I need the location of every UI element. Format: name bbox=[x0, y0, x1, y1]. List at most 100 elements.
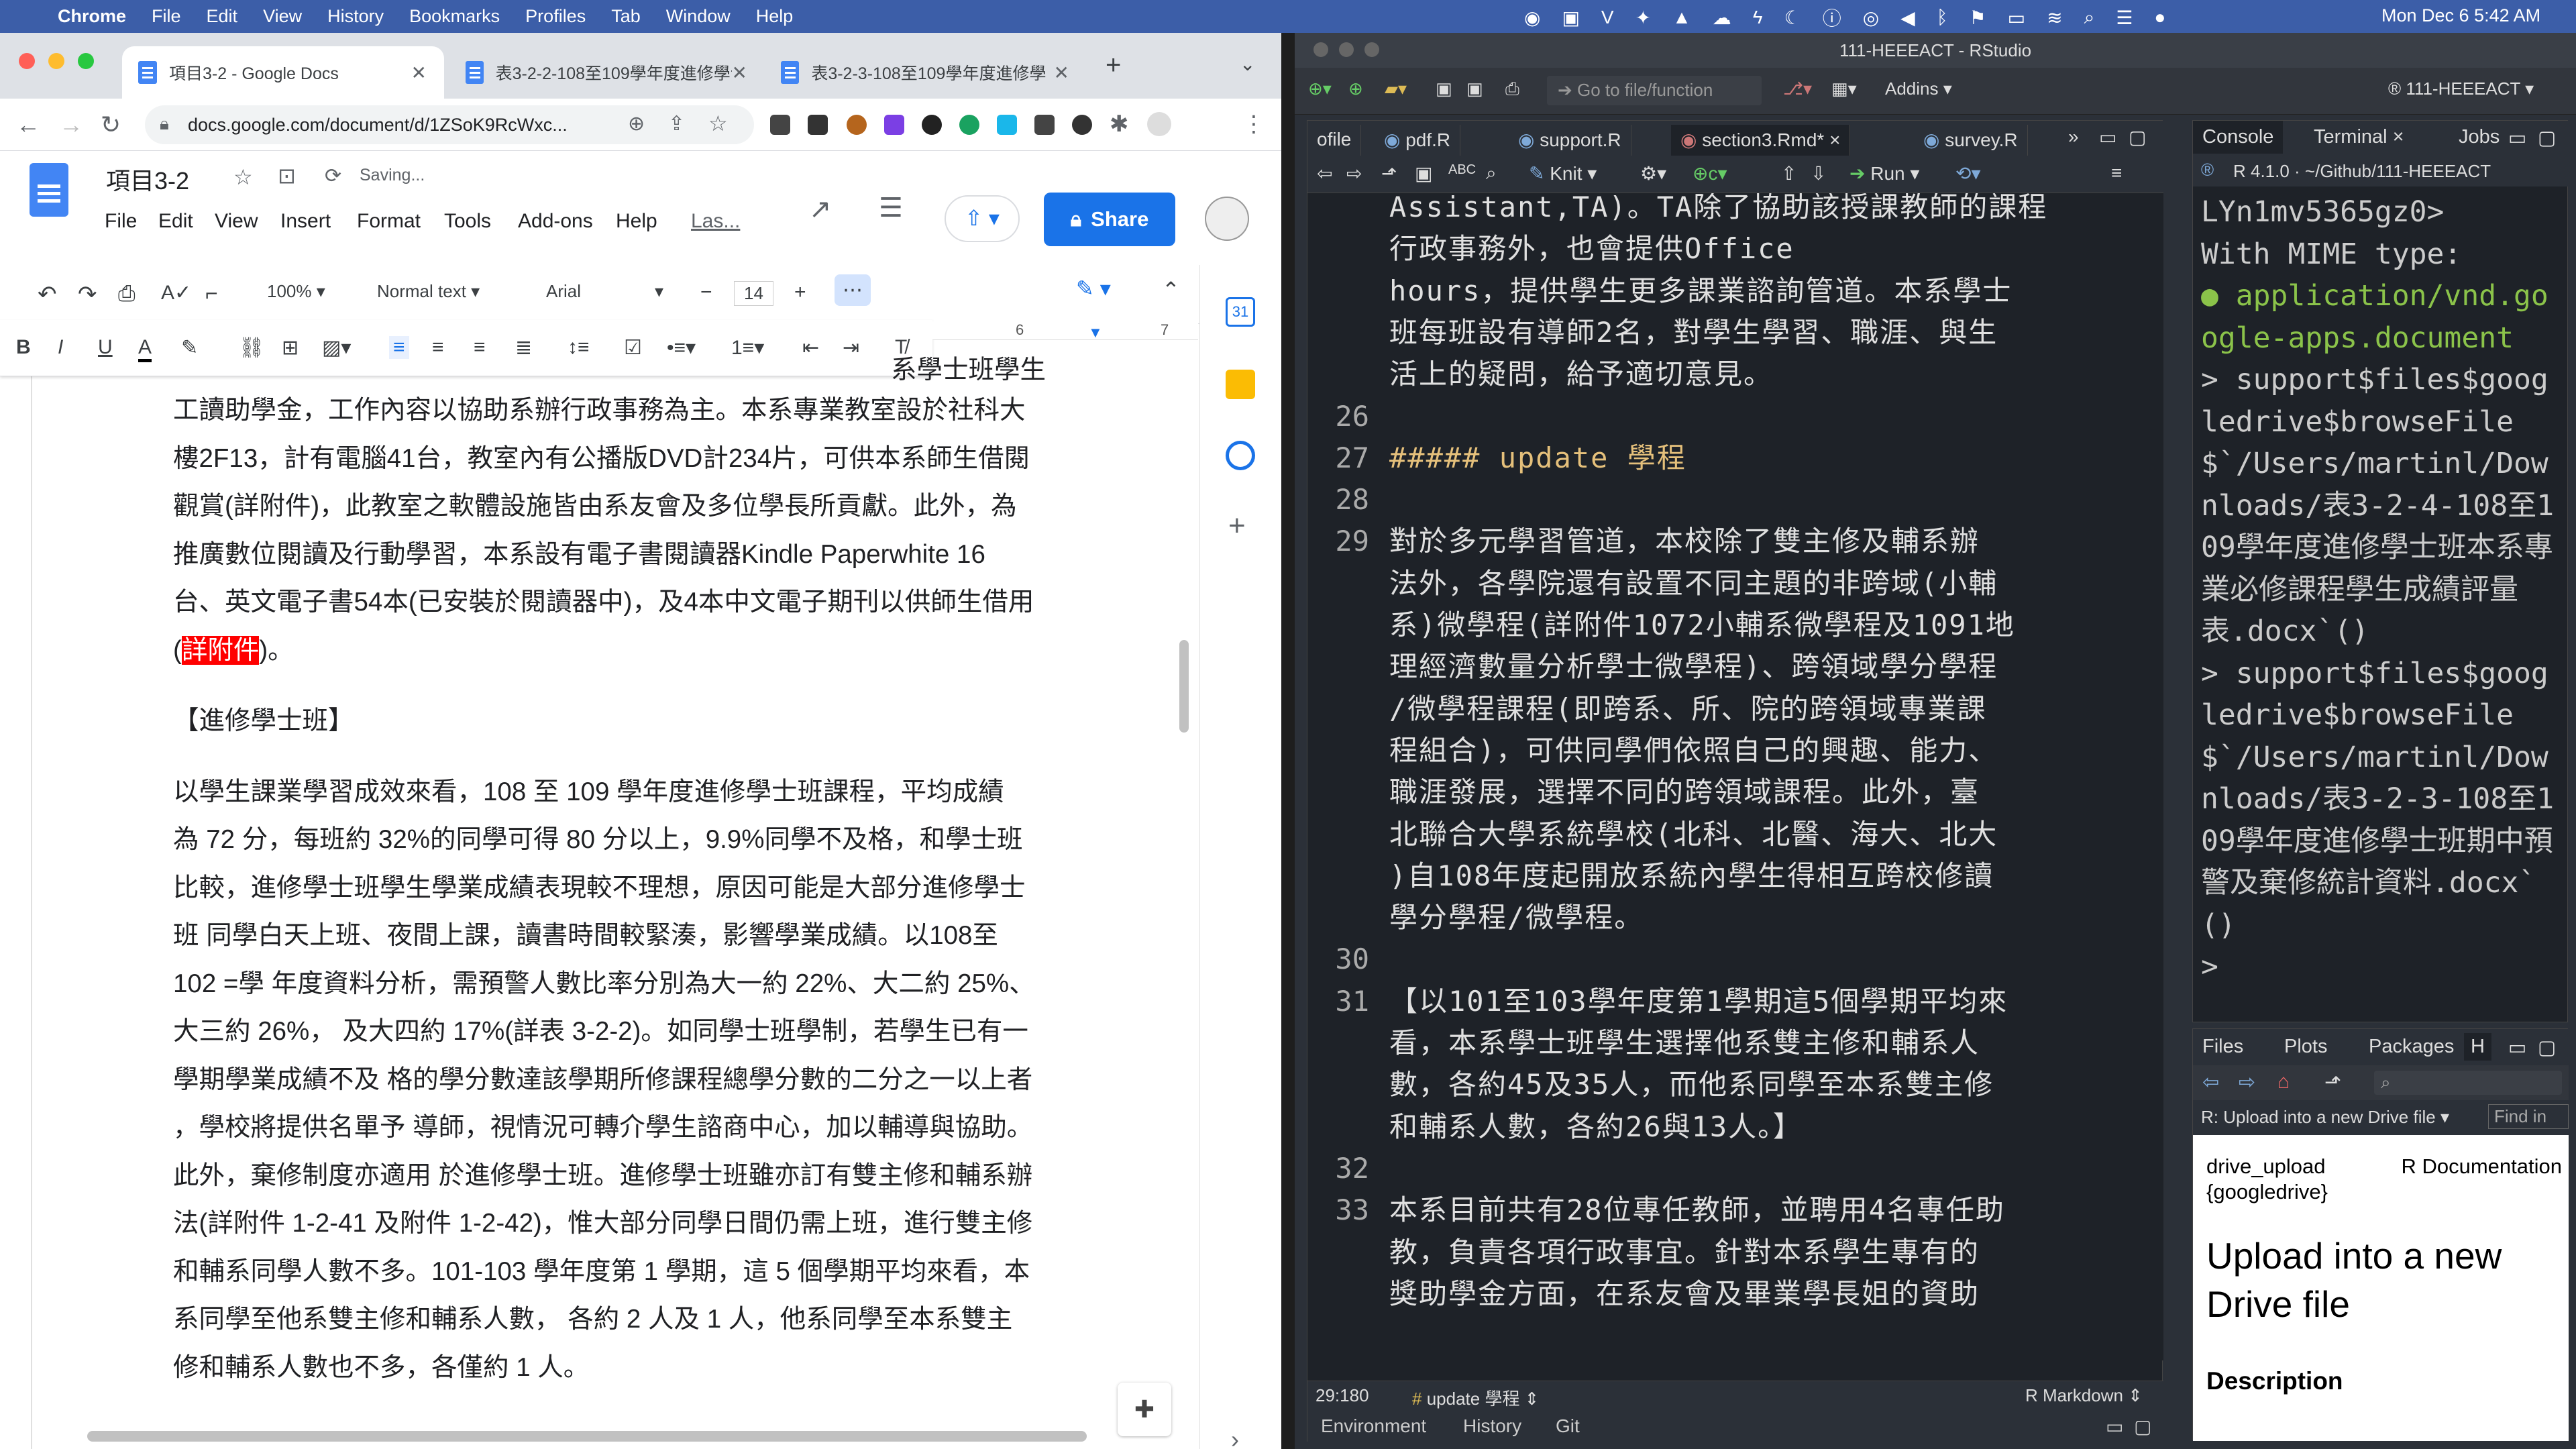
code-line[interactable]: 活上的疑問，給予適切意見。 bbox=[1389, 354, 2141, 395]
vimeo-extension-icon[interactable] bbox=[997, 115, 1017, 135]
app-icon[interactable]: ◉ bbox=[1524, 7, 1540, 29]
vimeo-icon[interactable]: V bbox=[1601, 7, 1614, 28]
addins-menu[interactable]: Addins ▾ bbox=[1885, 78, 1952, 99]
tab-search-icon[interactable]: ⌄ bbox=[1240, 53, 1255, 75]
code-line[interactable]: 班每班設有導師2名，對學生學習、職涯、與生 bbox=[1389, 312, 2141, 354]
font-size-input[interactable]: 14 bbox=[734, 281, 773, 306]
tab-table-3-2-2[interactable]: 表3-2-2-108至109學年度進修學士班 ✕ bbox=[449, 46, 765, 99]
share-page-icon[interactable]: ⇪ bbox=[668, 112, 685, 136]
extension-icon[interactable] bbox=[1034, 115, 1055, 135]
vertical-scrollbar[interactable] bbox=[1179, 640, 1189, 733]
insert-chunk-icon[interactable]: ⊕c▾ bbox=[1693, 162, 1727, 184]
code-line[interactable]: 行政事務外，也會提供Office bbox=[1389, 228, 2141, 270]
open-file-icon[interactable]: ▰▾ bbox=[1385, 78, 1407, 99]
docs-menu-format[interactable]: Format bbox=[357, 210, 421, 233]
docs-menu-view[interactable]: View bbox=[215, 210, 258, 233]
tab-environment[interactable]: Environment bbox=[1321, 1415, 1426, 1437]
last-edit-link[interactable]: Las... bbox=[691, 210, 740, 233]
editor-tab-pdf[interactable]: ◉ pdf.R bbox=[1375, 125, 1461, 156]
console-output[interactable]: LYn1mv5365gz0> With MIME type: ● applicati… bbox=[2201, 191, 2563, 988]
menu-help[interactable]: Help bbox=[756, 6, 794, 27]
docs-menu-insert[interactable]: Insert bbox=[280, 210, 331, 233]
flag-icon[interactable]: ⚑ bbox=[1970, 7, 1986, 29]
back-icon[interactable]: ⇦ bbox=[2202, 1071, 2219, 1094]
maximize-pane-icon[interactable]: ▢ bbox=[2538, 1036, 2556, 1059]
minimize-window-button[interactable] bbox=[1339, 42, 1354, 57]
code-line[interactable]: 北聯合大學系統學校(北科、北醫、海大、北大 bbox=[1389, 814, 2141, 855]
font-select[interactable]: Arial ▾ bbox=[546, 281, 663, 302]
rerun-icon[interactable]: ⟲▾ bbox=[1955, 162, 1981, 184]
more-tabs-icon[interactable]: » bbox=[2068, 126, 2079, 148]
maximize-pane-icon[interactable]: ▢ bbox=[2538, 126, 2556, 150]
new-tab-icon[interactable]: + bbox=[1106, 50, 1121, 80]
code-line[interactable]: 本系目前共有28位專任教師，並聘用4名專任助 bbox=[1389, 1189, 2141, 1231]
add-addon-icon[interactable]: + bbox=[1228, 509, 1246, 543]
zoom-window-button[interactable] bbox=[78, 53, 94, 69]
extension-icon[interactable] bbox=[808, 115, 828, 135]
close-tab-icon[interactable]: ✕ bbox=[732, 62, 747, 84]
code-line[interactable]: )自108年度起開放系統內學生得相互跨校修讀 bbox=[1389, 855, 2141, 897]
goto-file-input[interactable]: ➔ Go to file/function bbox=[1547, 76, 1762, 105]
present-button[interactable]: ⇧ ▾ bbox=[945, 195, 1020, 242]
tab-help[interactable]: H bbox=[2464, 1033, 2491, 1061]
screen-icon[interactable]: ▣ bbox=[1562, 7, 1579, 29]
editor-tab-section3[interactable]: ◉ section3.Rmd* × bbox=[1671, 125, 1851, 156]
keep-icon[interactable] bbox=[1226, 370, 1255, 399]
dropbox-icon[interactable]: ✦ bbox=[1635, 7, 1651, 29]
close-window-button[interactable] bbox=[19, 53, 35, 69]
chrome-menu-icon[interactable]: ⋮ bbox=[1242, 111, 1265, 138]
menu-profiles[interactable]: Profiles bbox=[525, 6, 586, 27]
minimize-pane-icon[interactable]: ▭ bbox=[2099, 126, 2116, 148]
cloud-icon[interactable]: ☁ bbox=[1713, 7, 1731, 29]
spellcheck-icon[interactable]: A✓ bbox=[161, 281, 191, 305]
docs-logo-icon[interactable] bbox=[30, 163, 68, 217]
minimize-pane-icon[interactable]: ▭ bbox=[2508, 126, 2526, 150]
back-icon[interactable]: ⇦ bbox=[1317, 162, 1332, 184]
maximize-pane-icon[interactable]: ▢ bbox=[2129, 126, 2146, 148]
code-line[interactable]: 理經濟數量分析學士微學程)、跨領域學分學程 bbox=[1389, 646, 2141, 688]
comment-history-icon[interactable]: ☰ bbox=[879, 193, 903, 223]
code-line[interactable]: 看，本系學士班學生選擇他系雙主修和輔系人 bbox=[1389, 1022, 2141, 1064]
reload-icon[interactable]: ↻ bbox=[101, 111, 121, 139]
zoom-select[interactable]: 100% ▾ bbox=[267, 281, 325, 302]
print-icon[interactable]: ⎙ bbox=[1505, 78, 1519, 100]
git-icon[interactable]: ⎇▾ bbox=[1783, 78, 1812, 99]
collapse-menu-icon[interactable]: ⌃ bbox=[1162, 277, 1180, 303]
explore-button[interactable]: ✚ bbox=[1118, 1383, 1171, 1436]
tab-history[interactable]: History bbox=[1463, 1415, 1521, 1437]
extension-icon[interactable] bbox=[770, 115, 790, 135]
italic-icon[interactable]: I bbox=[58, 336, 63, 359]
code-line[interactable]: 數，各約45及35人，而他系同學至本系雙主修 bbox=[1389, 1064, 2141, 1106]
undo-icon[interactable]: ↶ bbox=[38, 281, 57, 308]
bold-icon[interactable]: B bbox=[16, 336, 31, 359]
spellcheck-icon[interactable]: ABC bbox=[1448, 162, 1476, 178]
underline-icon[interactable]: U bbox=[98, 336, 113, 359]
moon-icon[interactable]: ☾ bbox=[1784, 7, 1801, 29]
paint-format-icon[interactable]: ⌐ bbox=[205, 281, 218, 306]
docs-menu-edit[interactable]: Edit bbox=[158, 210, 193, 233]
close-window-button[interactable] bbox=[1313, 42, 1328, 57]
markdown-header-line[interactable]: ##### update 學程 bbox=[1389, 437, 2141, 479]
minimize-pane-icon[interactable]: ▭ bbox=[2508, 1036, 2526, 1059]
wifi-icon[interactable]: ≋ bbox=[2047, 7, 2062, 29]
new-file-icon[interactable]: ⊕▾ bbox=[1308, 78, 1332, 99]
help-search-input[interactable]: ⌕ bbox=[2374, 1071, 2562, 1095]
save-all-icon[interactable]: ▣ bbox=[1466, 78, 1483, 99]
forward-icon[interactable]: ⇨ bbox=[2239, 1071, 2255, 1094]
info-icon[interactable]: ⓘ bbox=[1823, 4, 1841, 31]
code-line[interactable]: 對於多元學習管道，本校除了雙主修及輔系辦 bbox=[1389, 521, 2141, 562]
close-tab-icon[interactable]: × bbox=[1829, 129, 1840, 150]
editor-tab-survey[interactable]: ◉ survey.R bbox=[1914, 125, 2028, 156]
docs-menu-addons[interactable]: Add-ons bbox=[518, 210, 593, 233]
omnibox[interactable]: 🔒︎ docs.google.com/document/d/1ZSoK9RcWx… bbox=[145, 105, 754, 144]
zoom-icon[interactable]: ⊕ bbox=[628, 112, 645, 136]
close-tab-icon[interactable]: ✕ bbox=[1054, 62, 1069, 84]
section-nav[interactable]: # update 學程 ⇕ bbox=[1412, 1385, 1539, 1410]
minimize-window-button[interactable] bbox=[48, 53, 64, 69]
save-icon[interactable]: ▣ bbox=[1436, 78, 1452, 99]
increase-font-size-button[interactable]: + bbox=[794, 281, 806, 304]
extension-icon[interactable] bbox=[1072, 115, 1092, 135]
user-avatar[interactable] bbox=[1205, 197, 1249, 241]
lock-icon[interactable]: 🔒︎ bbox=[160, 113, 169, 135]
docs-menu-tools[interactable]: Tools bbox=[444, 210, 491, 233]
